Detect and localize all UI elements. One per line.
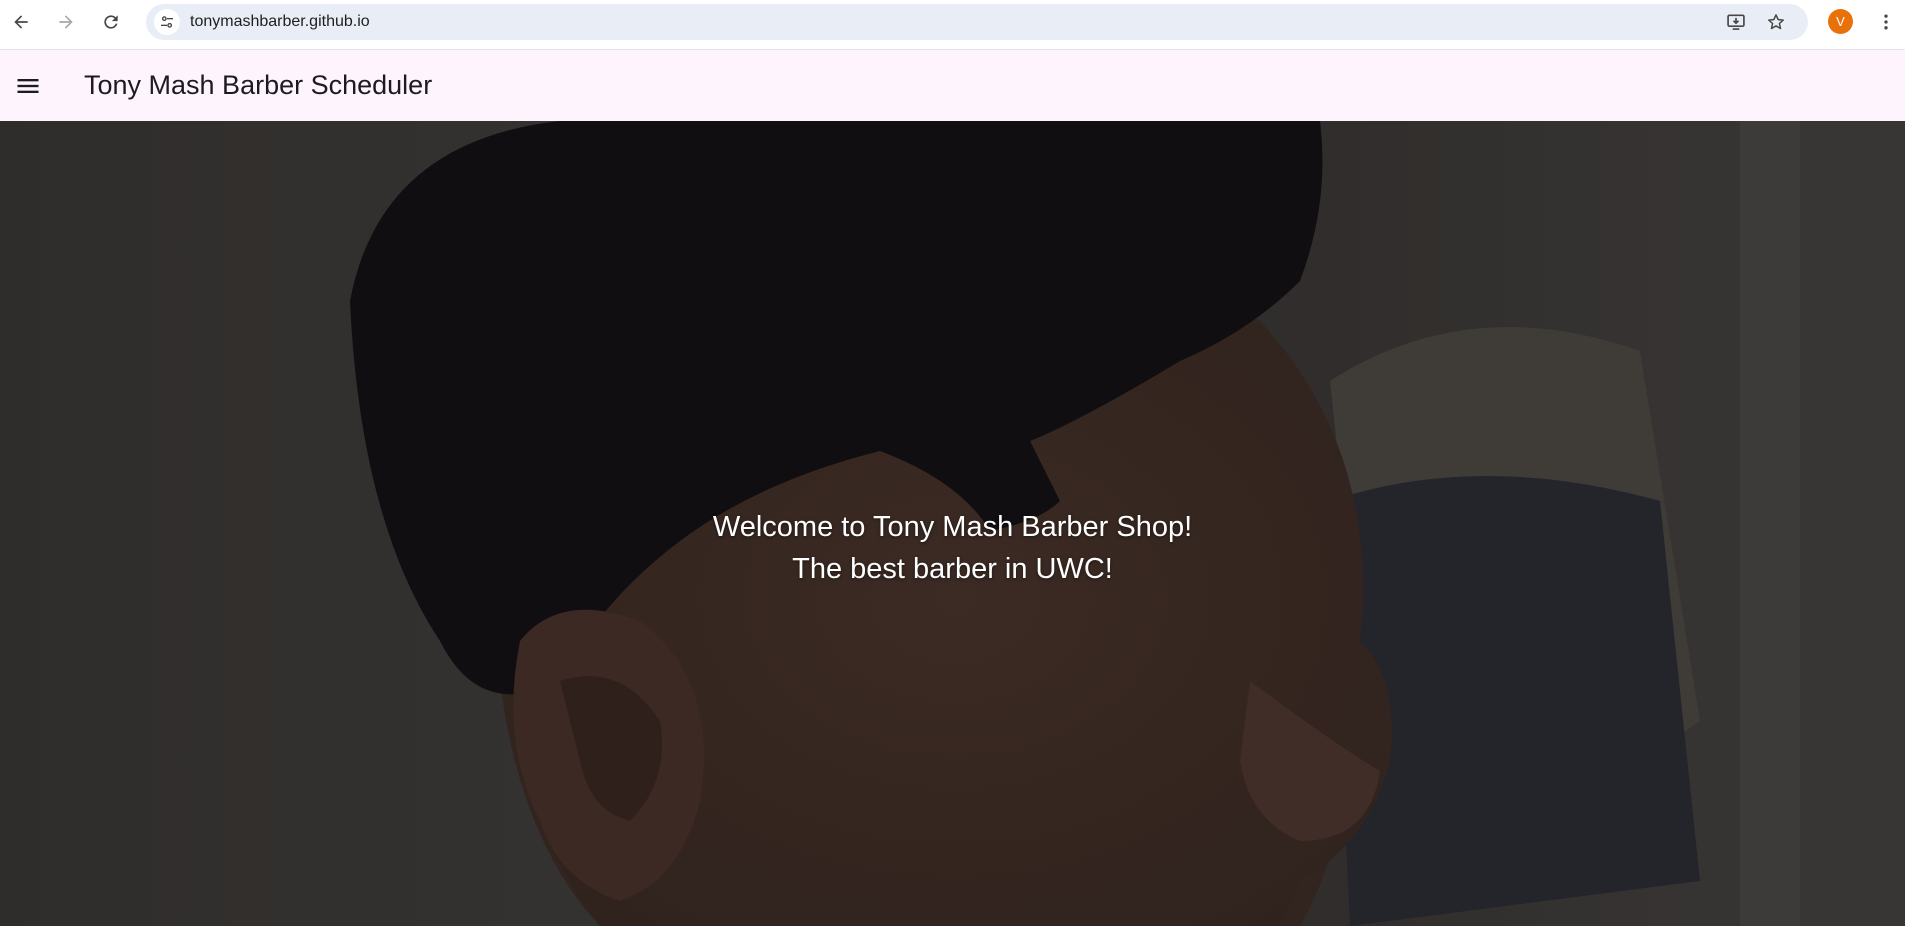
tune-icon — [161, 16, 173, 28]
browser-menu-button[interactable] — [1876, 9, 1896, 35]
hamburger-menu-icon — [17, 79, 39, 93]
site-info-button[interactable] — [154, 9, 180, 35]
reload-button[interactable] — [98, 9, 124, 35]
url-text[interactable]: tonymashbarber.github.io — [190, 13, 370, 31]
hero-welcome-text: Welcome to Tony Mash Barber Shop! The be… — [0, 506, 1905, 590]
address-bar[interactable]: tonymashbarber.github.io — [146, 4, 1808, 40]
reload-icon — [104, 15, 118, 29]
more-vert-icon — [1884, 14, 1888, 30]
install-app-icon[interactable] — [1726, 12, 1746, 32]
browser-toolbar: tonymashbarber.github.io V — [0, 0, 1905, 50]
star-icon[interactable] — [1766, 12, 1786, 32]
hero-banner: Welcome to Tony Mash Barber Shop! The be… — [0, 121, 1905, 926]
forward-button[interactable] — [53, 9, 79, 35]
app-title: Tony Mash Barber Scheduler — [84, 70, 433, 100]
arrow-right-icon — [59, 15, 73, 29]
arrow-left-icon — [14, 15, 28, 29]
menu-button[interactable] — [13, 72, 43, 100]
hero-subheadline: The best barber in UWC! — [792, 553, 1113, 585]
profile-avatar[interactable]: V — [1828, 9, 1853, 34]
hero-headline: Welcome to Tony Mash Barber Shop! — [712, 511, 1193, 543]
back-button[interactable] — [8, 9, 34, 35]
app-bar: Tony Mash Barber Scheduler — [0, 50, 1905, 121]
